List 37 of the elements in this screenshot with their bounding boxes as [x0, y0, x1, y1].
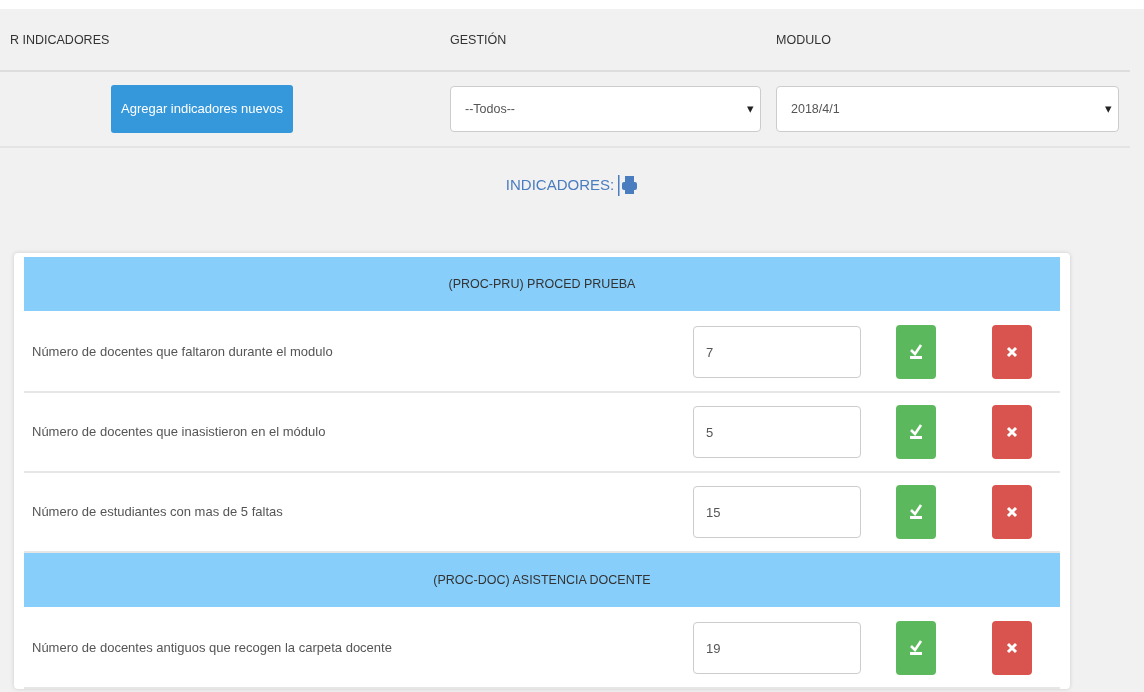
- group-header: (PROC-DOC) ASISTENCIA DOCENTE: [24, 553, 1060, 607]
- save-button[interactable]: [896, 405, 936, 459]
- column-header: GESTIÓN: [450, 32, 507, 47]
- delete-button[interactable]: [992, 325, 1032, 379]
- delete-button[interactable]: [992, 621, 1032, 675]
- select-field[interactable]: --Todos-- ▾: [450, 86, 761, 132]
- value-field[interactable]: 15: [693, 486, 861, 538]
- select-value: 2018/4/1: [791, 100, 840, 118]
- caret-icon: ▾: [747, 99, 754, 119]
- print-icon[interactable]: [618, 174, 639, 196]
- value-field[interactable]: 5: [693, 406, 861, 458]
- group-header: (PROC-PRU) PROCED PRUEBA: [24, 257, 1060, 311]
- save-button[interactable]: [896, 325, 936, 379]
- column-header: R INDICADORES: [10, 32, 110, 47]
- check-icon: [909, 640, 923, 656]
- close-icon: [1006, 346, 1018, 358]
- indicator-label: Número de docentes que inasistieron en el módulo: [31, 423, 327, 442]
- delete-button[interactable]: [992, 405, 1032, 459]
- check-icon: [909, 504, 923, 520]
- section-title: INDICADORES:: [505, 174, 615, 195]
- check-icon: [909, 424, 923, 440]
- save-button[interactable]: [896, 621, 936, 675]
- column-header: MODULO: [776, 32, 831, 47]
- select-field[interactable]: 2018/4/1 ▾: [776, 86, 1119, 132]
- close-icon: [1006, 506, 1018, 518]
- value-field[interactable]: 7: [693, 326, 861, 378]
- indicator-label: Número de estudiantes con mas de 5 faltas: [31, 503, 284, 522]
- check-icon: [909, 344, 923, 360]
- save-button[interactable]: [896, 485, 936, 539]
- select-value: --Todos--: [465, 100, 515, 118]
- delete-button[interactable]: [992, 485, 1032, 539]
- value-field[interactable]: 19: [693, 622, 861, 674]
- indicator-label: Número de docentes antiguos que recogen la carpeta docente: [31, 639, 393, 658]
- indicator-label: Número de docentes que faltaron durante el modulo: [31, 343, 334, 362]
- close-icon: [1006, 426, 1018, 438]
- caret-icon: ▾: [1105, 99, 1112, 119]
- close-icon: [1006, 642, 1018, 654]
